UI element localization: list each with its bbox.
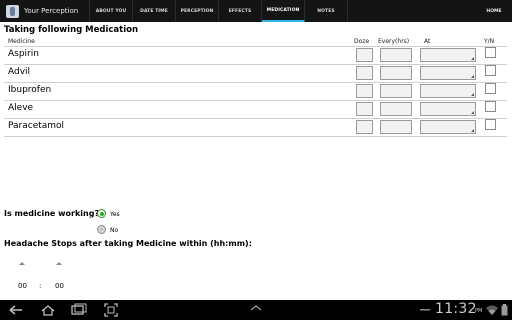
tab-perception[interactable]: PERCEPTION: [176, 0, 219, 22]
medicine-name: Paracetamol: [8, 121, 65, 131]
medicine-row: Aleve: [4, 100, 507, 119]
home-nav-icon[interactable]: [40, 303, 56, 317]
medicine-row: Aspirin: [4, 46, 507, 65]
no-label: No: [110, 227, 119, 234]
notification-dash-icon: [420, 309, 430, 311]
medicine-name: Ibuprofen: [8, 85, 52, 95]
home-button[interactable]: HOME: [476, 0, 512, 22]
recent-apps-icon[interactable]: [70, 303, 88, 317]
medicine-name: Aleve: [8, 103, 34, 113]
minutes-increment-icon[interactable]: [56, 262, 62, 265]
hours-value[interactable]: 00: [18, 282, 27, 290]
doze-input[interactable]: [356, 120, 373, 134]
back-icon[interactable]: [8, 303, 24, 317]
tab-spacer: [348, 0, 476, 22]
at-time-dropdown[interactable]: [420, 102, 476, 116]
app-header[interactable]: Your Perception: [0, 0, 90, 22]
app-logo-icon: [6, 4, 19, 18]
tab-notes[interactable]: NOTES: [305, 0, 348, 22]
yes-label: Yes: [110, 211, 120, 218]
tab-date-time[interactable]: DATE TIME: [133, 0, 176, 22]
every-hours-input[interactable]: [380, 66, 412, 80]
doze-input[interactable]: [356, 102, 373, 116]
at-time-dropdown[interactable]: [420, 84, 476, 98]
at-time-dropdown[interactable]: [420, 120, 476, 134]
tab-medication[interactable]: MEDICATION: [262, 0, 305, 22]
status-ampm: PM: [475, 308, 483, 314]
column-at: At: [424, 38, 431, 45]
screenshot-icon[interactable]: [104, 303, 118, 317]
every-hours-input[interactable]: [380, 48, 412, 62]
status-clock: 11:32: [435, 301, 477, 317]
tab-about-you[interactable]: ABOUT YOU: [90, 0, 133, 22]
action-bar: Your Perception ABOUT YOU DATE TIME PERC…: [0, 0, 512, 22]
column-every: Every(hrs): [378, 38, 410, 45]
section-title: Taking following Medication: [4, 25, 139, 35]
app-title: Your Perception: [24, 7, 79, 15]
medicine-row: Ibuprofen: [4, 82, 507, 101]
headache-label: Headache Stops after taking Medicine wit…: [4, 239, 252, 248]
yn-checkbox[interactable]: [485, 83, 496, 94]
minutes-value[interactable]: 00: [55, 282, 64, 290]
doze-input[interactable]: [356, 48, 373, 62]
hours-increment-icon[interactable]: [19, 262, 25, 265]
column-yn: Y/N: [484, 38, 495, 45]
doze-input[interactable]: [356, 84, 373, 98]
at-time-dropdown[interactable]: [420, 48, 476, 62]
medicine-row: Paracetamol: [4, 118, 507, 137]
medicine-name: Advil: [8, 67, 31, 77]
wifi-icon: [486, 305, 498, 315]
time-separator: :: [39, 282, 42, 290]
every-hours-input[interactable]: [380, 102, 412, 116]
no-radio[interactable]: [97, 225, 106, 234]
chevron-up-icon[interactable]: [249, 303, 263, 313]
yn-checkbox[interactable]: [485, 47, 496, 58]
tab-effects[interactable]: EFFECTS: [219, 0, 262, 22]
battery-icon: [501, 304, 508, 316]
every-hours-input[interactable]: [380, 120, 412, 134]
at-time-dropdown[interactable]: [420, 66, 476, 80]
column-medicine: Medicine: [8, 38, 35, 45]
column-doze: Doze: [354, 38, 370, 45]
yes-radio[interactable]: [97, 209, 106, 218]
medicine-row: Advil: [4, 64, 507, 83]
medicine-name: Aspirin: [8, 49, 39, 59]
yn-checkbox[interactable]: [485, 119, 496, 130]
doze-input[interactable]: [356, 66, 373, 80]
yn-checkbox[interactable]: [485, 101, 496, 112]
yn-checkbox[interactable]: [485, 65, 496, 76]
system-bar: 11:32 PM: [0, 300, 512, 320]
working-question-label: Is medicine working?: [4, 209, 100, 218]
every-hours-input[interactable]: [380, 84, 412, 98]
